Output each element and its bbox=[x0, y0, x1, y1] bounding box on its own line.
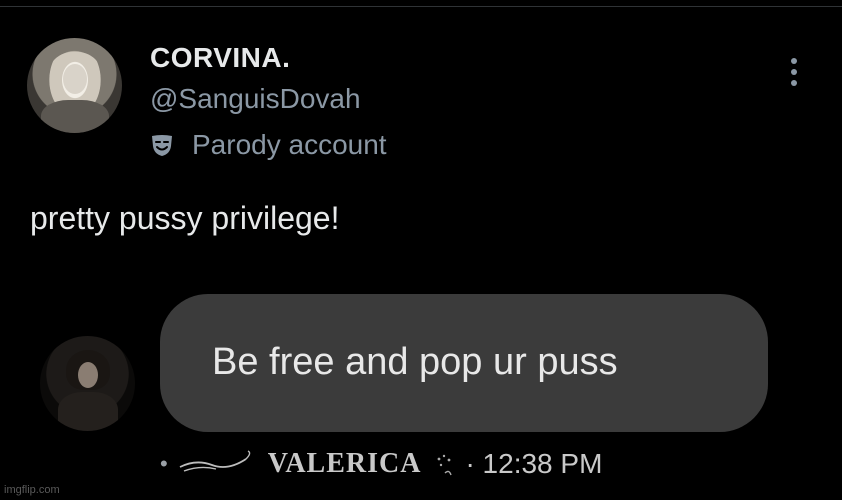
post-text: pretty pussy privilege! bbox=[30, 200, 340, 236]
parody-label-row: Parody account bbox=[150, 128, 387, 162]
profile-avatar[interactable] bbox=[27, 38, 122, 133]
decorative-flourish-icon bbox=[179, 450, 250, 472]
more-vertical-icon[interactable] bbox=[785, 56, 805, 90]
user-handle[interactable]: @SanguisDovah bbox=[150, 83, 361, 115]
sender-name: VALERICA bbox=[267, 448, 422, 479]
parody-account-label: Parody account bbox=[192, 129, 387, 160]
message-avatar[interactable] bbox=[40, 336, 135, 431]
watermark: imgflip.com bbox=[4, 484, 60, 496]
top-divider bbox=[0, 6, 842, 7]
sparkle-icon bbox=[438, 454, 453, 476]
message-text: Be free and pop ur puss bbox=[212, 341, 618, 383]
message-bubble[interactable]: Be free and pop ur puss bbox=[160, 294, 768, 432]
theater-masks-icon bbox=[152, 135, 172, 156]
message-timestamp: · 12:38 PM bbox=[465, 448, 603, 479]
display-name[interactable]: CORVINA. bbox=[150, 42, 290, 74]
separator-dot: • bbox=[160, 451, 168, 476]
message-meta: • VALERICA · 12:38 PM bbox=[160, 444, 602, 484]
